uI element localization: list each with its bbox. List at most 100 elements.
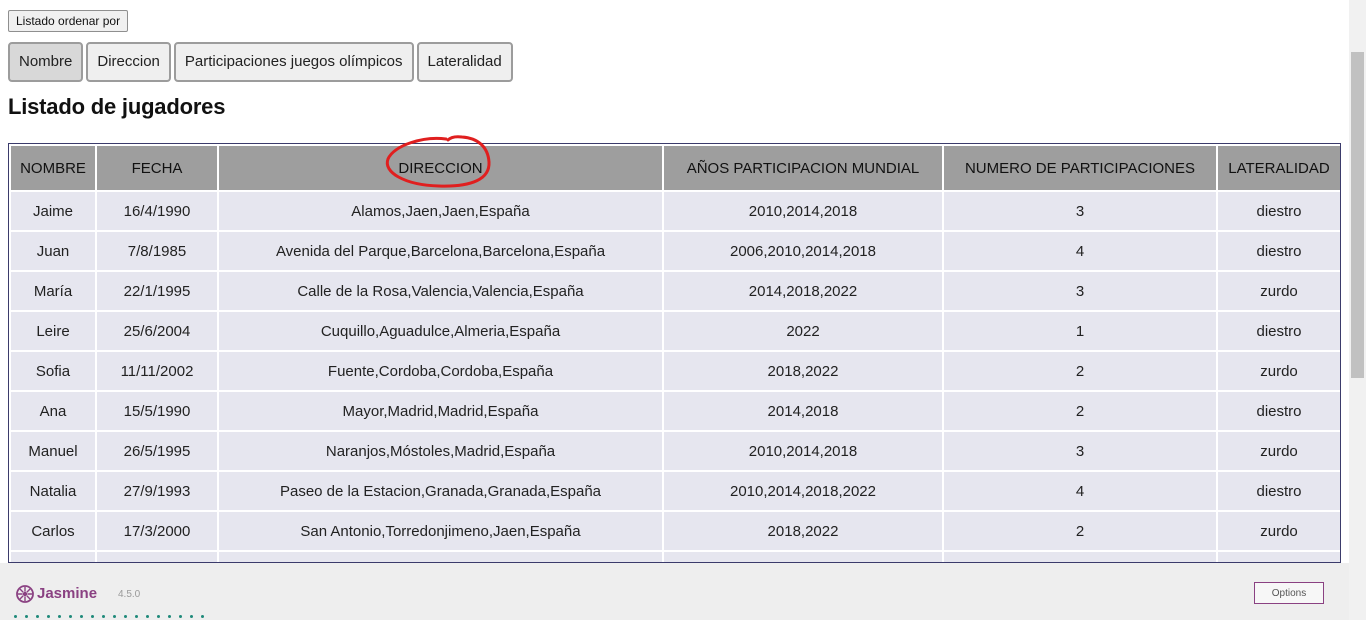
cell-numero-participaciones: 2 (944, 512, 1216, 550)
table-header-row: NOMBRE FECHA DIRECCION AÑOS PARTICIPACIO… (11, 146, 1340, 190)
header-numero-participaciones[interactable]: NUMERO DE PARTICIPACIONES (944, 146, 1216, 190)
cell-nombre: Leire (11, 312, 95, 350)
cell-direccion: Fuente,Cordoba,Cordoba,España (219, 352, 662, 390)
header-direccion[interactable]: DIRECCION (219, 146, 662, 190)
spec-dot (201, 615, 204, 618)
cell-numero-participaciones: 3 (944, 432, 1216, 470)
options-button[interactable]: Options (1254, 582, 1324, 604)
header-fecha[interactable]: FECHA (97, 146, 217, 190)
spec-dot (14, 615, 17, 618)
cell-numero-participaciones: 4 (944, 472, 1216, 510)
cell-fecha: 15/5/1990 (97, 392, 217, 430)
cell-lateralidad: zurdo (1218, 352, 1340, 390)
spec-dot (58, 615, 61, 618)
spec-dot (146, 615, 149, 618)
cell-fecha: 11/11/2002 (97, 352, 217, 390)
tab-direccion[interactable]: Direccion (86, 42, 171, 82)
cell-anos-participacion: 2010,2014,2018,2022 (664, 472, 942, 510)
spec-dot (102, 615, 105, 618)
jasmine-flower-icon (16, 585, 34, 603)
page-scrollbar-thumb[interactable] (1351, 52, 1364, 378)
sort-list-button[interactable]: Listado ordenar por (8, 10, 129, 32)
header-lateralidad[interactable]: LATERALIDAD (1218, 146, 1340, 190)
cell-fecha: 7/8/1985 (97, 232, 217, 270)
cell-numero-participaciones: 3 (944, 552, 1216, 562)
spec-dot (36, 615, 39, 618)
tab-lateralidad[interactable]: Lateralidad (416, 42, 513, 82)
table-row: Juan 7/8/1985 Avenida del Parque,Barcelona… (11, 232, 1340, 270)
spec-dot (157, 615, 160, 618)
cell-anos-participacion: 2010,2014,2018 (664, 432, 942, 470)
cell-fecha: 22/1/1995 (97, 272, 217, 310)
spec-dot (91, 615, 94, 618)
table-row: Sofia 11/11/2002 Fuente,Cordoba,Cordoba,Es… (11, 352, 1340, 390)
cell-lateralidad: diestro (1218, 552, 1340, 562)
players-table-container[interactable]: NOMBRE FECHA DIRECCION AÑOS PARTICIPACIO… (8, 143, 1341, 563)
header-nombre[interactable]: NOMBRE (11, 146, 95, 190)
cell-direccion: Yabal,Jamilena,Jaen,España (219, 552, 662, 562)
table-row: Carlos 17/3/2000 San Antonio,Torredonjimen… (11, 512, 1340, 550)
cell-numero-participaciones: 2 (944, 392, 1216, 430)
cell-nombre: Juan (11, 232, 95, 270)
spec-dot (113, 615, 116, 618)
jasmine-version: 4.5.0 (118, 589, 141, 600)
cell-lateralidad: diestro (1218, 312, 1340, 350)
tab-nombre[interactable]: Nombre (8, 42, 84, 82)
cell-anos-participacion: 2014,2018,2022 (664, 272, 942, 310)
cell-nombre: Sofia (11, 352, 95, 390)
spec-dot (179, 615, 182, 618)
cell-fecha: 25/6/2004 (97, 312, 217, 350)
cell-lateralidad: diestro (1218, 192, 1340, 230)
spec-dot (69, 615, 72, 618)
cell-lateralidad: zurdo (1218, 512, 1340, 550)
cell-nombre: Lorena (11, 552, 95, 562)
cell-numero-participaciones: 2 (944, 352, 1216, 390)
cell-anos-participacion: 2018,2022 (664, 512, 942, 550)
spec-dot (135, 615, 138, 618)
table-row: Manuel 26/5/1995 Naranjos,Móstoles,Madrid,… (11, 432, 1340, 470)
jasmine-brand: Jasmine (37, 585, 98, 602)
cell-numero-participaciones: 3 (944, 272, 1216, 310)
cell-direccion: Mayor,Madrid,Madrid,España (219, 392, 662, 430)
cell-anos-participacion: 2018,2022 (664, 352, 942, 390)
table-row: Ana 15/5/1990 Mayor,Madrid,Madrid,España 20… (11, 392, 1340, 430)
cell-fecha: 23/12/2000 (97, 552, 217, 562)
cell-anos-participacion: 2014,2018,2022 (664, 552, 942, 562)
cell-nombre: Carlos (11, 512, 95, 550)
cell-nombre: María (11, 272, 95, 310)
table-row: Natalia 27/9/1993 Paseo de la Estacion,Gra… (11, 472, 1340, 510)
cell-fecha: 27/9/1993 (97, 472, 217, 510)
spec-dot (168, 615, 171, 618)
cell-anos-participacion: 2022 (664, 312, 942, 350)
spec-dot (80, 615, 83, 618)
cell-numero-participaciones: 4 (944, 232, 1216, 270)
cell-anos-participacion: 2006,2010,2014,2018 (664, 232, 942, 270)
cell-nombre: Jaime (11, 192, 95, 230)
cell-direccion: Naranjos,Móstoles,Madrid,España (219, 432, 662, 470)
spec-dot (47, 615, 50, 618)
cell-lateralidad: diestro (1218, 472, 1340, 510)
header-anos-participacion[interactable]: AÑOS PARTICIPACION MUNDIAL (664, 146, 942, 190)
jasmine-footer: Jasmine 4.5.0 Options (0, 563, 1349, 620)
cell-direccion: Cuquillo,Aguadulce,Almeria,España (219, 312, 662, 350)
cell-anos-participacion: 2010,2014,2018 (664, 192, 942, 230)
table-row: María 22/1/1995 Calle de la Rosa,Valencia,… (11, 272, 1340, 310)
cell-direccion: Alamos,Jaen,Jaen,España (219, 192, 662, 230)
table-body: Jaime 16/4/1990 Alamos,Jaen,Jaen,España 201… (11, 192, 1340, 562)
cell-fecha: 16/4/1990 (97, 192, 217, 230)
players-table: NOMBRE FECHA DIRECCION AÑOS PARTICIPACIO… (9, 144, 1340, 562)
cell-direccion: Paseo de la Estacion,Granada,Granada,Esp… (219, 472, 662, 510)
cell-numero-participaciones: 3 (944, 192, 1216, 230)
tab-participaciones[interactable]: Participaciones juegos olímpicos (173, 42, 414, 82)
cell-anos-participacion: 2014,2018 (664, 392, 942, 430)
spec-progress-dots (14, 615, 204, 618)
cell-numero-participaciones: 1 (944, 312, 1216, 350)
cell-direccion: Avenida del Parque,Barcelona,Barcelona,E… (219, 232, 662, 270)
cell-lateralidad: diestro (1218, 392, 1340, 430)
spec-dot (190, 615, 193, 618)
cell-lateralidad: diestro (1218, 232, 1340, 270)
sort-tabs: Nombre Direccion Participaciones juegos … (8, 42, 513, 82)
table-row: Leire 25/6/2004 Cuquillo,Aguadulce,Almeria… (11, 312, 1340, 350)
cell-fecha: 26/5/1995 (97, 432, 217, 470)
cell-lateralidad: zurdo (1218, 432, 1340, 470)
